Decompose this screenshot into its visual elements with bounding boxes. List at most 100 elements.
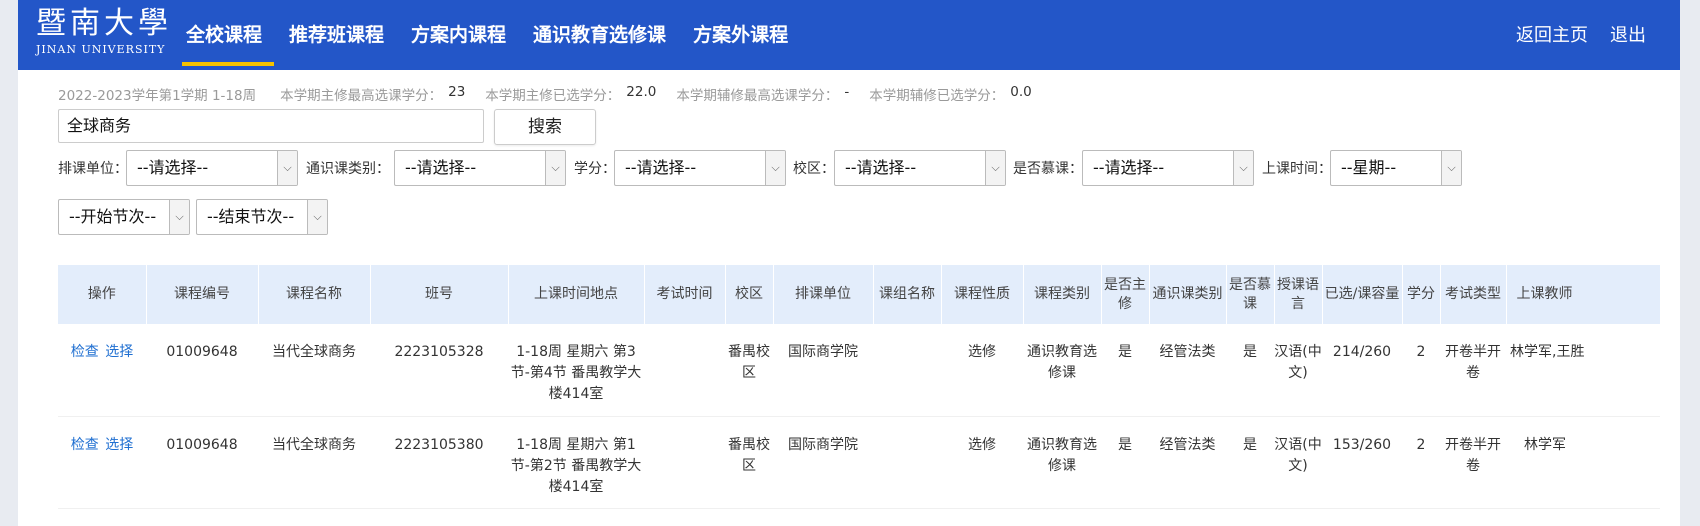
campus-select-value: --请选择-- [845, 158, 917, 177]
col-header-nature: 课程性质 [940, 265, 1023, 324]
chevron-down-icon: ⌵ [277, 151, 297, 185]
cell-course-name: 当代全球商务 [258, 324, 370, 417]
col-header-gen-category: 通识课类别 [1148, 265, 1226, 324]
nav-general-education-electives[interactable]: 通识教育选修课 [533, 0, 666, 70]
max-minor-credit-label: 本学期辅修最高选课学分： [676, 88, 839, 104]
table-row: 检查 选择 01009648 当代全球商务 2223105380 1-18周 星… [58, 416, 1660, 509]
chosen-major-credit-label: 本学期主修已选学分： [485, 88, 621, 104]
select-link[interactable]: 选择 [105, 437, 133, 453]
time-filter-label: 上课时间： [1262, 161, 1332, 177]
chosen-minor-credit-value: 0.0 [1010, 84, 1032, 100]
cell-exam-type: 开卷半开卷 [1440, 324, 1506, 417]
cell-credit: 2 [1402, 416, 1440, 509]
logo-chinese-name: 暨南大學 [36, 6, 172, 41]
back-home-link[interactable]: 返回主页 [1516, 0, 1588, 70]
course-table-container: 操作 课程编号 课程名称 班号 上课时间地点 考试时间 校区 排课单位 课组名称… [58, 265, 1660, 509]
cell-capacity: 214/260 [1322, 324, 1402, 417]
col-header-course-name: 课程名称 [257, 265, 370, 324]
main-nav: 全校课程 推荐班课程 方案内课程 通识教育选修课 方案外课程 [181, 0, 815, 70]
col-header-major: 是否主修 [1100, 265, 1149, 324]
cell-capacity: 153/260 [1322, 416, 1402, 509]
col-header-language: 授课语言 [1273, 265, 1322, 324]
term-credit-info: 2022-2023学年第1学期 1-18周 本学期主修最高选课学分： 23 本学… [58, 84, 1052, 104]
cell-dept: 国际商学院 [773, 324, 873, 417]
cell-exam-time [644, 324, 725, 417]
cell-teacher: 林学军 [1506, 416, 1660, 509]
end-period-select-value: --结束节次-- [207, 207, 295, 226]
credit-select-value: --请选择-- [625, 158, 697, 177]
course-search-input[interactable]: 全球商务 [58, 109, 484, 143]
cell-major: 是 [1101, 324, 1149, 417]
col-header-credit: 学分 [1401, 265, 1440, 324]
col-header-teacher: 上课教师 [1505, 265, 1660, 324]
dept-select[interactable]: --请选择-- ⌵ [126, 150, 298, 186]
row-actions: 检查 选择 [58, 324, 146, 417]
cell-course-code: 01009648 [146, 324, 258, 417]
col-header-exam-time: 考试时间 [643, 265, 725, 324]
col-header-time-place: 上课时间地点 [507, 265, 644, 324]
cell-dept: 国际商学院 [773, 416, 873, 509]
col-header-mooc: 是否慕课 [1225, 265, 1274, 324]
campus-select[interactable]: --请选择-- ⌵ [834, 150, 1006, 186]
mooc-select[interactable]: --请选择-- ⌵ [1082, 150, 1254, 186]
mooc-select-value: --请选择-- [1093, 158, 1165, 177]
nav-all-courses[interactable]: 全校课程 [181, 0, 275, 70]
gen-category-select-value: --请选择-- [405, 158, 477, 177]
col-header-dept: 排课单位 [772, 265, 873, 324]
view-link[interactable]: 检查 [71, 344, 99, 360]
col-header-capacity: 已选/课容量 [1321, 265, 1402, 324]
header-actions: 返回主页 退出 [1494, 0, 1646, 70]
view-link[interactable]: 检查 [71, 437, 99, 453]
start-period-select[interactable]: --开始节次-- ⌵ [58, 199, 190, 235]
col-header-campus: 校区 [724, 265, 773, 324]
col-header-exam-type: 考试类型 [1439, 265, 1506, 324]
dept-filter-label: 排课单位： [58, 161, 128, 177]
chevron-down-icon: ⌵ [985, 151, 1005, 185]
max-major-credit-value: 23 [448, 84, 466, 100]
cell-exam-type: 开卷半开卷 [1440, 416, 1506, 509]
chevron-down-icon: ⌵ [169, 200, 189, 234]
search-button[interactable]: 搜索 [494, 109, 596, 145]
chevron-down-icon: ⌵ [1441, 151, 1461, 185]
cell-exam-time [644, 416, 725, 509]
nav-in-plan-courses[interactable]: 方案内课程 [411, 0, 506, 70]
cell-credit: 2 [1402, 324, 1440, 417]
chosen-major-credit-value: 22.0 [626, 84, 657, 100]
end-period-select[interactable]: --结束节次-- ⌵ [196, 199, 328, 235]
cell-category: 通识教育选修课 [1023, 324, 1101, 417]
cell-course-name: 当代全球商务 [258, 416, 370, 509]
logout-link[interactable]: 退出 [1610, 0, 1646, 70]
weekday-select[interactable]: --星期-- ⌵ [1330, 150, 1462, 186]
credit-filter-label: 学分： [574, 161, 616, 177]
cell-campus: 番禺校区 [725, 416, 773, 509]
page: 暨南大學 JINAN UNIVERSITY 全校课程 推荐班课程 方案内课程 通… [18, 0, 1680, 526]
credit-select[interactable]: --请选择-- ⌵ [614, 150, 786, 186]
gen-category-select[interactable]: --请选择-- ⌵ [394, 150, 566, 186]
table-header-row: 操作 课程编号 课程名称 班号 上课时间地点 考试时间 校区 排课单位 课组名称… [58, 265, 1660, 324]
cell-nature: 选修 [941, 324, 1023, 417]
col-header-course-code: 课程编号 [145, 265, 258, 324]
max-minor-credit-value: - [844, 84, 850, 100]
chevron-down-icon: ⌵ [1233, 151, 1253, 185]
cell-class-no: 2223105380 [370, 416, 508, 509]
logo-english-name: JINAN UNIVERSITY [36, 43, 166, 56]
select-link[interactable]: 选择 [105, 344, 133, 360]
cell-language: 汉语(中文) [1274, 416, 1322, 509]
campus-filter-label: 校区： [793, 161, 835, 177]
course-table: 操作 课程编号 课程名称 班号 上课时间地点 考试时间 校区 排课单位 课组名称… [58, 265, 1660, 509]
start-period-select-value: --开始节次-- [69, 207, 157, 226]
nav-recommended-class-courses[interactable]: 推荐班课程 [289, 0, 384, 70]
max-major-credit-label: 本学期主修最高选课学分： [280, 88, 443, 104]
cell-time-place: 1-18周 星期六 第1节-第2节 番禺教学大楼414室 [508, 416, 644, 509]
university-logo[interactable]: 暨南大學 JINAN UNIVERSITY [36, 6, 172, 57]
mooc-filter-label: 是否慕课： [1013, 161, 1083, 177]
cell-course-code: 01009648 [146, 416, 258, 509]
nav-out-of-plan-courses[interactable]: 方案外课程 [693, 0, 788, 70]
chosen-minor-credit-label: 本学期辅修已选学分： [869, 88, 1005, 104]
cell-nature: 选修 [941, 416, 1023, 509]
chevron-down-icon: ⌵ [545, 151, 565, 185]
col-header-operation: 操作 [87, 286, 116, 302]
cell-group [873, 416, 941, 509]
table-row: 检查 选择 01009648 当代全球商务 2223105328 1-18周 星… [58, 324, 1660, 417]
col-header-category: 课程类别 [1022, 265, 1101, 324]
